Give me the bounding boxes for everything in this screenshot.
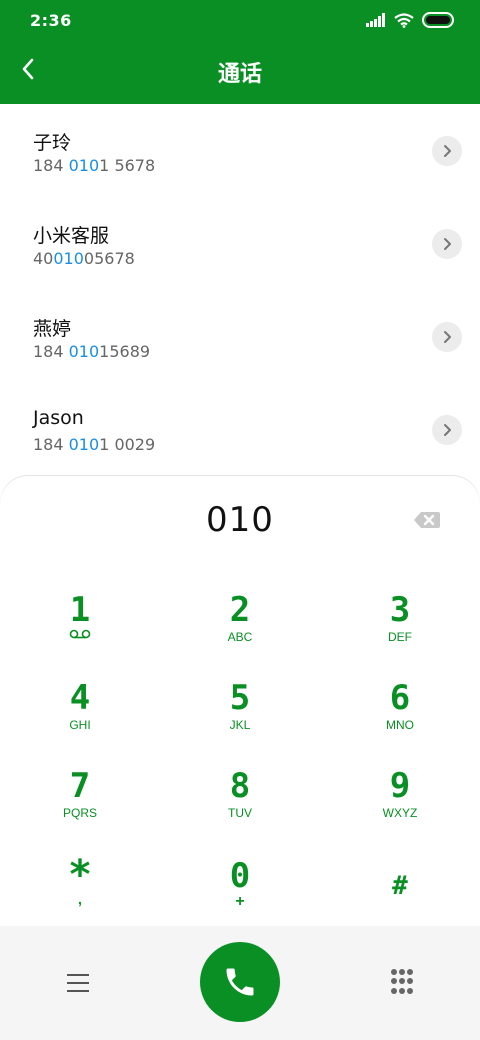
number-prefix: 184 [33,435,69,454]
key-letters: ABC [227,630,253,644]
key-letters: WXYZ [382,806,418,820]
key-letters: , [78,891,82,907]
dial-key-7[interactable]: 7 PQRS [20,768,140,848]
bottom-action-bar [0,926,480,1040]
number-prefix: 184 [33,342,69,361]
chevron-right-icon [444,424,451,436]
contact-name: Jason [33,407,84,429]
app-bar: 2:36 通话 [0,0,480,104]
number-suffix: 1 5678 [99,156,156,175]
number-prefix: 40 [33,249,54,268]
battery-icon [422,12,454,28]
menu-icon[interactable] [64,970,92,996]
dial-key-1[interactable]: 1 [20,592,140,672]
key-digit: 0 [229,856,251,896]
chevron-right-icon [444,238,451,250]
backspace-icon[interactable] [412,510,442,530]
contact-name: 子玲 [33,132,72,154]
contact-number: 184 0101 0029 [33,435,155,454]
contact-detail-button[interactable] [432,322,462,352]
key-digit: 8 [229,766,251,806]
dialpad-panel: 010 1 2 ABC 3 DEF 4 GHI 5 JKL 6 MNO 7 PQ… [0,476,480,928]
contact-number: 184 0101 5678 [33,156,155,175]
contact-number: 4001005678 [33,249,135,268]
contact-number: 184 01015689 [33,342,150,361]
key-digit: 5 [229,678,251,718]
contact-detail-button[interactable] [432,229,462,259]
dialed-number: 010 [206,500,274,540]
contact-row[interactable]: Jason 184 0101 0029 [0,383,480,476]
contact-row[interactable]: 燕婷 184 01015689 [0,290,480,383]
dial-key-2[interactable]: 2 ABC [180,592,300,672]
chevron-right-icon [444,331,451,343]
number-match: 010 [68,156,100,175]
number-suffix: 1 0029 [99,435,156,454]
key-letters: + [235,893,245,910]
key-letters: DEF [388,630,412,644]
number-prefix: 184 [33,156,69,175]
key-digit: 1 [69,590,91,630]
key-digit: 4 [69,678,91,718]
key-digit: 3 [389,590,411,630]
number-suffix: 05678 [83,249,135,268]
key-letters: JKL [229,718,251,732]
contact-detail-button[interactable] [432,415,462,445]
call-button[interactable] [200,942,280,1022]
signal-icon [366,13,385,27]
number-suffix: 15689 [99,342,151,361]
key-letters: TUV [228,806,252,820]
dial-key-9[interactable]: 9 WXYZ [340,768,460,848]
dial-key-5[interactable]: 5 JKL [180,680,300,760]
key-digit: * [67,852,93,898]
chevron-right-icon [444,145,451,157]
number-match: 010 [68,342,100,361]
key-digit: # [392,871,408,901]
status-bar: 2:36 [0,0,480,40]
dial-key-4[interactable]: 4 GHI [20,680,140,760]
wifi-icon [394,12,414,28]
key-digit: 9 [389,766,411,806]
contact-name: 燕婷 [33,318,72,340]
key-digit: 7 [69,766,91,806]
key-letters: GHI [69,718,91,732]
status-icons [366,12,454,28]
key-letters: MNO [386,718,414,732]
contact-row[interactable]: 小米客服 4001005678 [0,197,480,290]
key-letters: PQRS [62,806,97,820]
number-match: 010 [68,435,100,454]
contact-row[interactable]: 子玲 184 0101 5678 [0,104,480,197]
contact-detail-button[interactable] [432,136,462,166]
page-title: 通话 [217,62,262,87]
dial-key-6[interactable]: 6 MNO [340,680,460,760]
dial-key-3[interactable]: 3 DEF [340,592,460,672]
voicemail-icon [69,629,91,639]
keypad-icon[interactable] [389,969,415,995]
number-match: 010 [53,249,84,268]
key-digit: 2 [229,590,251,630]
key-digit: 6 [389,678,411,718]
dial-key-8[interactable]: 8 TUV [180,768,300,848]
status-time: 2:36 [30,11,72,30]
phone-icon [226,968,254,996]
contact-name: 小米客服 [33,225,110,247]
